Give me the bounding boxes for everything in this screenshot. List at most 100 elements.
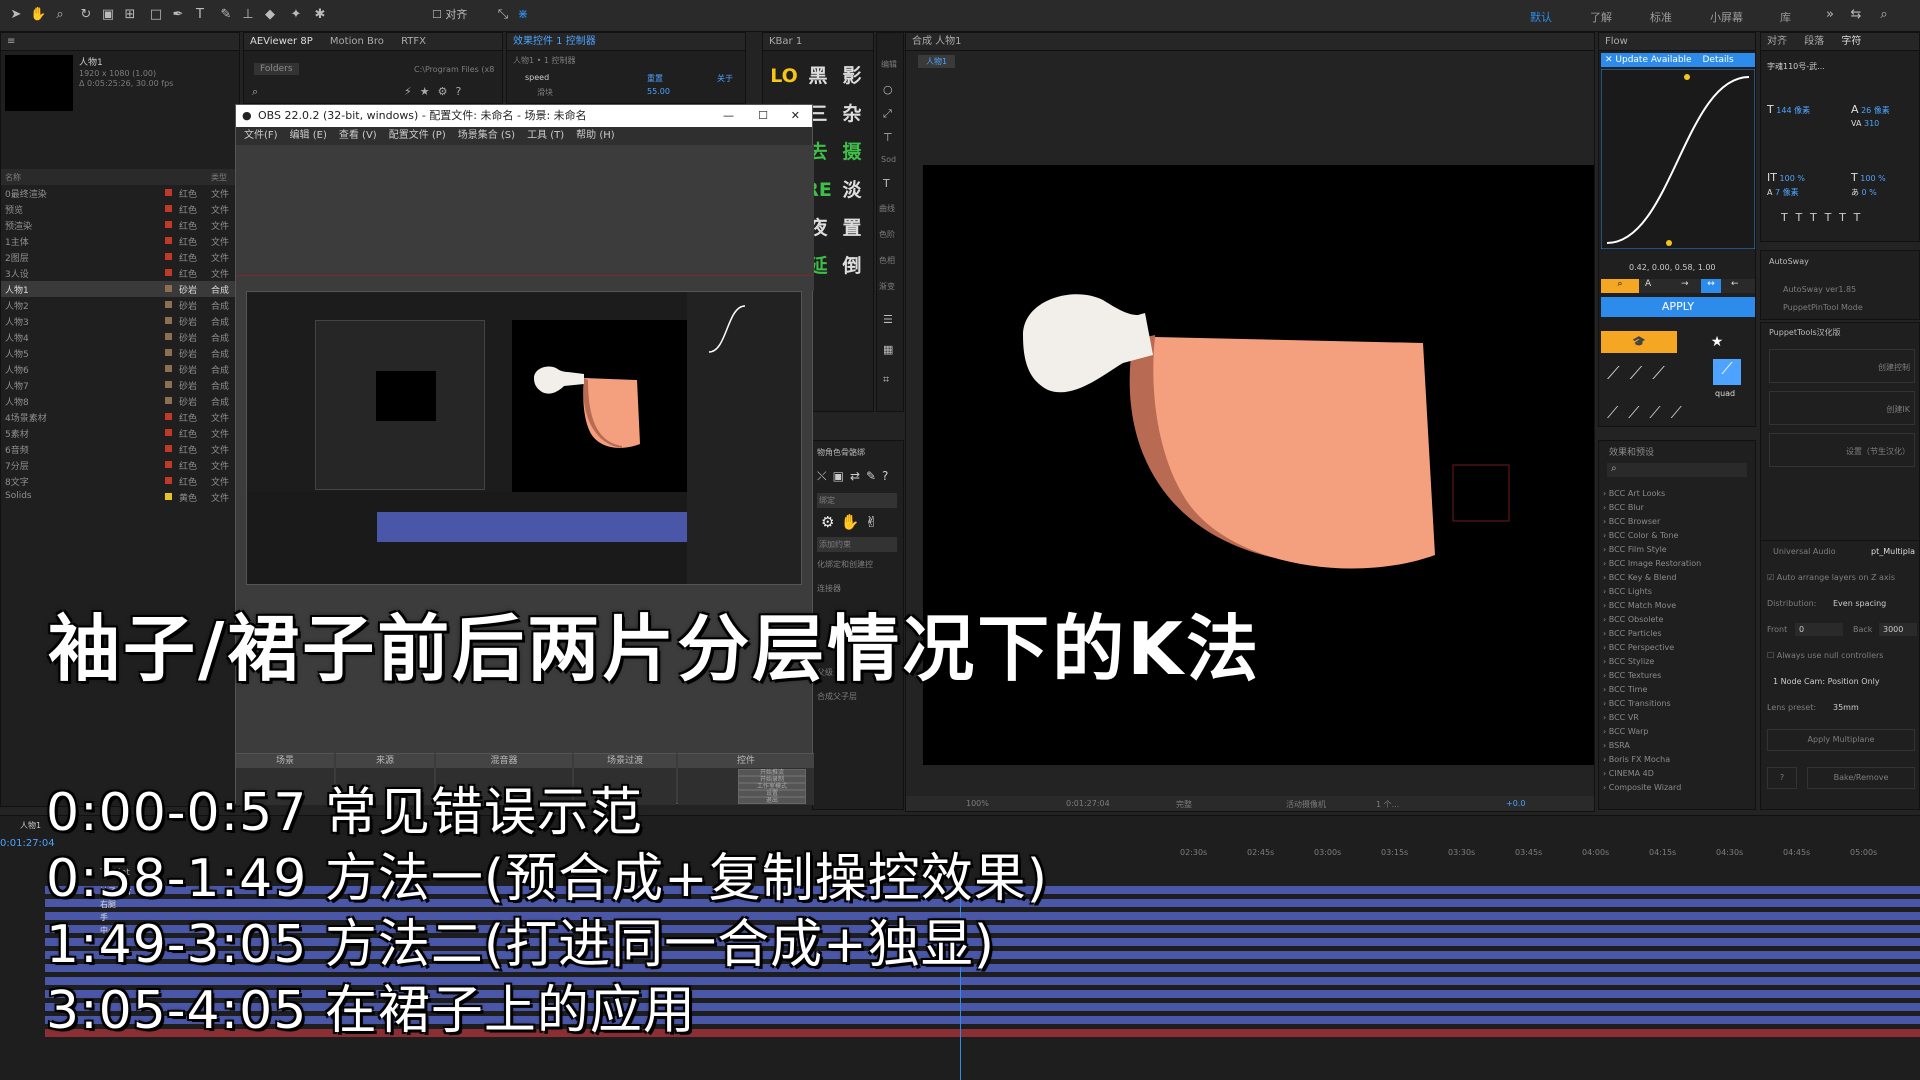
- effect-category[interactable]: › BCC Art Looks: [1603, 489, 1665, 498]
- null-controllers-checkbox[interactable]: ☐: [1767, 651, 1774, 660]
- tsume-value[interactable]: 0 %: [1862, 188, 1877, 197]
- tracking-value[interactable]: 310: [1864, 119, 1879, 128]
- autosway-mode[interactable]: PuppetPinTool Mode: [1783, 303, 1863, 312]
- graduation-cap-icon[interactable]: 🎓: [1601, 331, 1677, 353]
- zoom-tool-icon[interactable]: ⌕: [52, 7, 68, 23]
- text-style-buttons[interactable]: TTTTTT: [1781, 211, 1868, 224]
- camera-tool-icon[interactable]: ▣: [100, 7, 116, 23]
- selection-tool-icon[interactable]: ➤: [8, 7, 24, 23]
- puppet-pin-tool-icon[interactable]: ✱: [312, 7, 328, 23]
- timeline-tab[interactable]: 人物1: [20, 820, 41, 831]
- effect-category[interactable]: › BCC Obsolete: [1603, 615, 1663, 624]
- circle-icon[interactable]: ○: [883, 83, 893, 96]
- project-item[interactable]: 人物3 砂岩 合成: [1, 313, 237, 329]
- text-t-icon[interactable]: T: [883, 177, 890, 190]
- rig-constraint-button[interactable]: 添加约束: [817, 537, 897, 552]
- tab-pt-multiplane[interactable]: pt_Multipla: [1871, 547, 1915, 556]
- project-item[interactable]: 1主体 红色 文件: [1, 233, 237, 249]
- effect-category[interactable]: › BCC Warp: [1603, 727, 1648, 736]
- time-ruler[interactable]: 02:30s 02:45s 03:00s 03:15s 03:30s 03:45s 04:0…: [1180, 848, 1920, 862]
- baseline-value[interactable]: 7 像素: [1775, 188, 1799, 197]
- label-swatch[interactable]: [165, 445, 172, 452]
- label-swatch[interactable]: [165, 269, 172, 276]
- label-swatch[interactable]: [165, 237, 172, 244]
- project-item[interactable]: 人物4 砂岩 合成: [1, 329, 237, 345]
- effect-category[interactable]: › BCC Time: [1603, 685, 1647, 694]
- kbar-tab[interactable]: KBar 1: [763, 33, 873, 51]
- effect-category[interactable]: › Boris FX Mocha: [1603, 755, 1670, 764]
- effect-category[interactable]: › BCC Transitions: [1603, 699, 1671, 708]
- effect-category[interactable]: › BSRA: [1603, 741, 1630, 750]
- label-swatch[interactable]: [165, 461, 172, 468]
- snap-icon[interactable]: ⤡: [495, 7, 511, 23]
- side-tool-curves[interactable]: 曲线: [879, 203, 895, 214]
- camera-select[interactable]: 活动摄像机: [1286, 799, 1326, 810]
- effect-category[interactable]: › BCC Stylize: [1603, 657, 1654, 666]
- label-swatch[interactable]: [165, 205, 172, 212]
- project-item[interactable]: 人物8 砂岩 合成: [1, 393, 237, 409]
- flow-details-link[interactable]: Details: [1702, 55, 1733, 65]
- crop-icon[interactable]: ⌗: [883, 373, 889, 387]
- label-swatch[interactable]: [165, 477, 172, 484]
- horizontal-scale-value[interactable]: 100 %: [1860, 174, 1885, 183]
- expand-icon[interactable]: ⤢: [883, 107, 892, 121]
- front-input[interactable]: 0: [1795, 623, 1843, 636]
- rectangle-tool-icon[interactable]: □: [148, 7, 164, 23]
- project-item[interactable]: 7分层 红色 文件: [1, 457, 237, 473]
- effect-category[interactable]: › BCC Browser: [1603, 517, 1660, 526]
- label-swatch[interactable]: [165, 413, 172, 420]
- kbar-button[interactable]: 杂: [837, 99, 867, 129]
- search-icon[interactable]: ⌕: [252, 85, 258, 99]
- label-swatch[interactable]: [165, 429, 172, 436]
- effect-category[interactable]: › BCC VR: [1603, 713, 1639, 722]
- flow-preset-quad[interactable]: ⟋: [1713, 359, 1741, 385]
- column-name[interactable]: 名称: [5, 172, 21, 183]
- project-item[interactable]: 3人设 红色 文件: [1, 265, 237, 281]
- apply-multiplane-button[interactable]: Apply Multiplane: [1767, 729, 1915, 751]
- obs-control-button[interactable]: 退出: [738, 797, 806, 804]
- kbar-button[interactable]: 黑: [803, 61, 833, 91]
- tab-align[interactable]: 对齐: [1767, 36, 1787, 47]
- distribution-select[interactable]: Even spacing: [1833, 599, 1886, 608]
- effect-category[interactable]: › BCC Perspective: [1603, 643, 1674, 652]
- auto-arrange-checkbox[interactable]: ☑: [1767, 573, 1774, 582]
- label-swatch[interactable]: [165, 349, 172, 356]
- help-button[interactable]: ?: [1767, 767, 1797, 789]
- effect-category[interactable]: › BCC Match Move: [1603, 601, 1676, 610]
- project-item[interactable]: Solids 黄色 文件: [1, 489, 237, 505]
- workspace-library[interactable]: 库: [1780, 9, 1791, 25]
- effect-category[interactable]: › BCC Key & Blend: [1603, 573, 1676, 582]
- effect-category[interactable]: › BCC Film Style: [1603, 545, 1667, 554]
- effect-category[interactable]: › BCC Image Restoration: [1603, 559, 1701, 568]
- side-tool-hue[interactable]: 色相: [879, 255, 895, 266]
- rig-hand-icons[interactable]: ⚙✋✌: [821, 513, 884, 531]
- effects-search-input[interactable]: ⌕: [1607, 463, 1747, 477]
- rig-tool-icons[interactable]: ⤬▣⇄✎?: [817, 469, 894, 484]
- create-ik-button[interactable]: 创建IK: [1769, 391, 1915, 425]
- effect-category[interactable]: › BCC Blur: [1603, 503, 1644, 512]
- star-icon[interactable]: ⚡★⚙?: [404, 85, 469, 98]
- label-swatch[interactable]: [165, 317, 172, 324]
- project-item[interactable]: 8文字 红色 文件: [1, 473, 237, 489]
- star-icon[interactable]: ★: [1679, 331, 1755, 353]
- column-type[interactable]: 类型: [211, 172, 227, 183]
- project-item[interactable]: 6音频 红色 文件: [1, 441, 237, 457]
- effect-category[interactable]: › BCC Lights: [1603, 587, 1652, 596]
- project-item[interactable]: 人物6 砂岩 合成: [1, 361, 237, 377]
- effect-category[interactable]: › Composite Wizard: [1603, 783, 1681, 792]
- resolution-select[interactable]: 完整: [1176, 799, 1192, 810]
- label-swatch[interactable]: [165, 285, 172, 292]
- label-swatch[interactable]: [165, 397, 172, 404]
- project-item[interactable]: 人物1 砂岩 合成: [1, 281, 237, 297]
- more-workspaces-icon[interactable]: »: [1822, 7, 1838, 23]
- flow-anchor-icon[interactable]: A: [1645, 279, 1651, 289]
- side-tool-sod[interactable]: Sod: [881, 155, 896, 164]
- fx-speed-name[interactable]: speed: [525, 73, 549, 82]
- kbar-button[interactable]: 置: [837, 213, 867, 243]
- brush-tool-icon[interactable]: ✎: [218, 7, 234, 23]
- leading-value[interactable]: 26 像素: [1861, 106, 1890, 115]
- workspace-small-screen[interactable]: 小屏幕: [1710, 9, 1743, 25]
- tab-character[interactable]: 字符: [1841, 36, 1861, 47]
- effect-category[interactable]: › BCC Textures: [1603, 671, 1661, 680]
- side-tool-levels[interactable]: 色阶: [879, 229, 895, 240]
